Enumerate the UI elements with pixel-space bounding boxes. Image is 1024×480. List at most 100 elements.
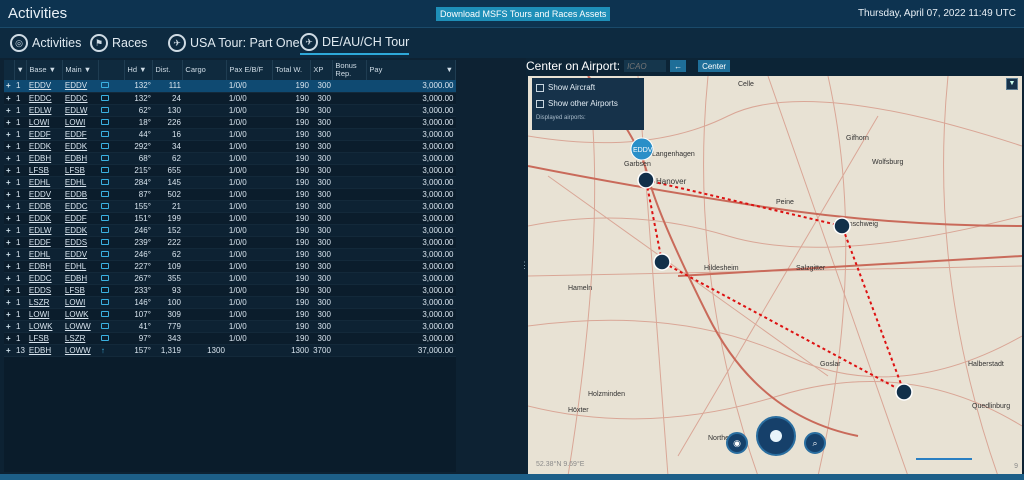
icao-input[interactable] <box>624 60 667 72</box>
airport-marker[interactable] <box>637 171 655 189</box>
camera-icon[interactable] <box>100 298 109 305</box>
expand-row-button[interactable]: + <box>4 176 14 189</box>
expand-row-button[interactable]: + <box>4 140 14 153</box>
main-airport-link[interactable]: EDDV <box>62 80 99 93</box>
col-hd[interactable]: Hd ▼ <box>124 60 154 80</box>
expand-row-button[interactable]: + <box>4 152 14 165</box>
camera-icon[interactable] <box>98 200 125 213</box>
expand-row-button[interactable]: + <box>4 344 14 357</box>
camera-icon[interactable] <box>98 296 125 309</box>
camera-icon[interactable] <box>98 284 125 297</box>
camera-icon[interactable] <box>100 286 109 293</box>
col-pax[interactable]: Pax E/B/F <box>226 60 274 80</box>
col-bonus-rep[interactable]: Bonus Rep. <box>332 60 368 80</box>
camera-icon[interactable] <box>98 116 125 129</box>
table-row[interactable]: +1 LSZR LOWI 146° 100 1/0/0 190 300 3,000.00 <box>4 296 456 309</box>
chevron-down-icon[interactable]: ▼ <box>1006 78 1018 90</box>
main-airport-link[interactable]: LOWW <box>62 320 99 333</box>
camera-icon[interactable] <box>100 94 109 101</box>
table-row[interactable]: +1 LOWI LOWK 107° 309 1/0/0 190 300 3,000.00 <box>4 308 456 321</box>
camera-icon[interactable] <box>98 320 125 333</box>
base-airport-link[interactable]: EDHL <box>26 176 63 189</box>
main-airport-link[interactable]: EDDB <box>62 188 99 201</box>
main-airport-link[interactable]: LOWI <box>62 116 99 129</box>
camera-icon[interactable] <box>100 322 109 329</box>
camera-icon[interactable] <box>98 140 125 153</box>
camera-icon[interactable] <box>100 202 109 209</box>
camera-icon[interactable] <box>100 250 109 257</box>
base-airport-link[interactable]: LFSB <box>26 164 63 177</box>
search-icon[interactable]: ⌕ <box>804 432 826 454</box>
show-other-airports-option[interactable]: Show other Airports <box>536 99 640 108</box>
main-airport-link[interactable]: EDHL <box>62 176 99 189</box>
camera-icon[interactable] <box>98 176 125 189</box>
table-row[interactable]: +13 EDBH LOWW ↑ 157° 1,319 1300 1300 3700 37,000.… <box>4 344 456 357</box>
expand-row-button[interactable]: + <box>4 284 14 297</box>
tab-activities[interactable]: ◎ Activities <box>10 31 81 55</box>
camera-icon[interactable] <box>98 308 125 321</box>
table-row[interactable]: +1 EDLW EDDK 246° 152 1/0/0 190 300 3,000.00 <box>4 224 456 237</box>
expand-row-button[interactable]: + <box>4 116 14 129</box>
camera-icon[interactable] <box>100 238 109 245</box>
camera-icon[interactable] <box>100 166 109 173</box>
base-airport-link[interactable]: EDDF <box>26 236 63 249</box>
camera-icon[interactable] <box>100 118 109 125</box>
main-airport-link[interactable]: EDDC <box>62 200 99 213</box>
table-row[interactable]: +1 EDDV EDDV 132° 111 1/0/0 190 300 3,000.00 <box>4 80 456 93</box>
base-airport-link[interactable]: EDDK <box>26 212 63 225</box>
filter-icon[interactable]: ▼ <box>14 60 28 80</box>
camera-icon[interactable] <box>98 224 125 237</box>
main-airport-link[interactable]: EDHL <box>62 260 99 273</box>
camera-icon[interactable] <box>98 260 125 273</box>
base-airport-link[interactable]: LSZR <box>26 296 63 309</box>
camera-icon[interactable] <box>98 80 125 93</box>
pan-center-icon[interactable] <box>770 430 782 442</box>
camera-icon[interactable] <box>98 164 125 177</box>
expand-row-button[interactable]: + <box>4 296 14 309</box>
table-row[interactable]: +1 LFSB LSZR 97° 343 1/0/0 190 300 3,000.00 <box>4 332 456 345</box>
table-row[interactable]: +1 EDDC EDDC 132° 24 1/0/0 190 300 3,000.00 <box>4 92 456 105</box>
camera-icon[interactable] <box>98 152 125 165</box>
expand-row-button[interactable]: + <box>4 212 14 225</box>
pin-icon[interactable]: ↑ <box>101 346 109 355</box>
main-airport-link[interactable]: LOWI <box>62 296 99 309</box>
expand-row-button[interactable]: + <box>4 104 14 117</box>
camera-icon[interactable] <box>98 212 125 225</box>
expand-row-button[interactable]: + <box>4 200 14 213</box>
table-row[interactable]: +1 EDDS LFSB 233° 93 1/0/0 190 300 3,000.00 <box>4 284 456 297</box>
airport-marker[interactable] <box>833 217 851 235</box>
table-row[interactable]: +1 EDDK EDDK 292° 34 1/0/0 190 300 3,000.00 <box>4 140 456 153</box>
table-row[interactable]: +1 EDHL EDDV 246° 62 1/0/0 190 300 3,000.00 <box>4 248 456 261</box>
main-airport-link[interactable]: LFSB <box>62 164 99 177</box>
expand-row-button[interactable]: + <box>4 260 14 273</box>
col-base[interactable]: Base ▼ <box>26 60 64 80</box>
table-row[interactable]: +1 EDDF EDDF 44° 16 1/0/0 190 300 3,000.00 <box>4 128 456 141</box>
main-airport-link[interactable]: EDDK <box>62 224 99 237</box>
table-row[interactable]: +1 LOWK LOWW 41° 779 1/0/0 190 300 3,000.00 <box>4 320 456 333</box>
camera-icon[interactable] <box>100 178 109 185</box>
expand-row-button[interactable]: + <box>4 308 14 321</box>
base-airport-link[interactable]: EDHL <box>26 248 63 261</box>
base-airport-link[interactable]: EDBH <box>26 260 63 273</box>
camera-icon[interactable] <box>100 262 109 269</box>
camera-icon[interactable] <box>100 274 109 281</box>
tab-usa-tour[interactable]: ✈ USA Tour: Part One <box>168 31 300 55</box>
main-airport-link[interactable]: LOWK <box>62 308 99 321</box>
col-main[interactable]: Main ▼ <box>62 60 100 80</box>
table-row[interactable]: +1 EDDB EDDC 155° 21 1/0/0 190 300 3,000.00 <box>4 200 456 213</box>
base-airport-link[interactable]: EDLW <box>26 104 63 117</box>
expand-row-button[interactable]: + <box>4 332 14 345</box>
expand-row-button[interactable]: + <box>4 272 14 285</box>
camera-icon[interactable]: ↑ <box>98 344 125 357</box>
main-airport-link[interactable]: EDDS <box>62 236 99 249</box>
base-airport-link[interactable]: LOWI <box>26 116 63 129</box>
camera-icon[interactable] <box>100 82 109 89</box>
camera-icon[interactable] <box>98 92 125 105</box>
camera-icon[interactable] <box>100 130 109 137</box>
base-airport-link[interactable]: EDDV <box>26 80 63 93</box>
table-row[interactable]: +1 EDDC EDBH 267° 355 1/0/0 190 300 3,000.00 <box>4 272 456 285</box>
expand-row-button[interactable]: + <box>4 188 14 201</box>
col-xp[interactable]: XP <box>310 60 334 80</box>
base-airport-link[interactable]: EDDB <box>26 200 63 213</box>
base-airport-link[interactable]: EDDC <box>26 92 63 105</box>
